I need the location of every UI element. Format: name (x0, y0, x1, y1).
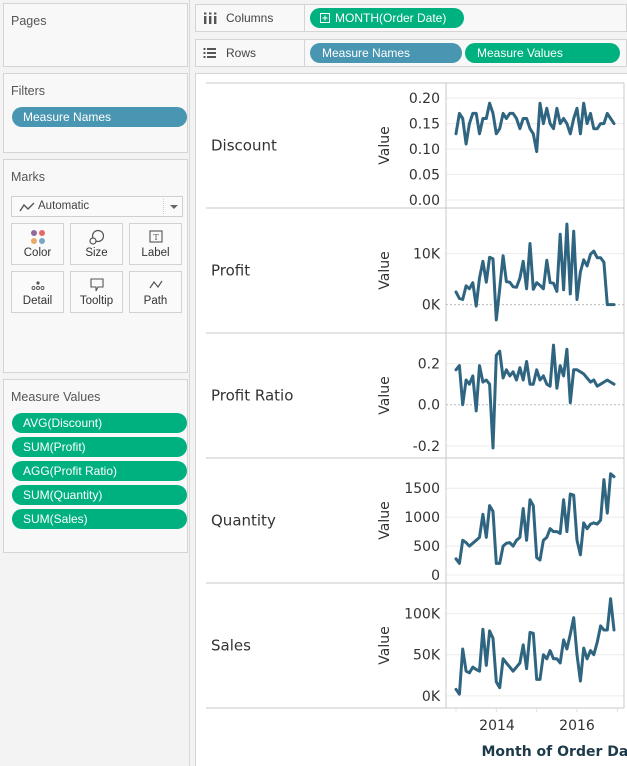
x-tick-label: 2016 (559, 718, 595, 734)
y-tick-label: 1500 (404, 481, 440, 497)
marks-path-button[interactable]: Path (129, 271, 182, 313)
row-header-sales: Sales (211, 637, 251, 655)
measure-pill-sum-profit[interactable]: SUM(Profit) (12, 437, 187, 457)
marks-size-label: Size (85, 247, 108, 259)
rows-pill-measure-values[interactable]: Measure Values (465, 43, 620, 63)
filters-card[interactable]: Filters Measure Names (3, 73, 188, 153)
visualization-area: 0.20 0.15 0.10 0.05 0.00 Discount Value 10K 0K Pr… (195, 73, 627, 766)
columns-pill-month-order-date[interactable]: MONTH(Order Date) (310, 8, 464, 28)
rows-icon (203, 48, 216, 58)
series-line-profit (454, 222, 616, 322)
y-tick-label: 0.15 (409, 117, 440, 133)
filter-pill-measure-names[interactable]: Measure Names (12, 107, 187, 127)
detail-icon (31, 281, 44, 290)
tooltip-icon (89, 278, 104, 292)
measure-pill-avg-discount[interactable]: AVG(Discount) (12, 413, 187, 433)
y-tick-label: 50K (413, 648, 441, 664)
columns-shelf[interactable]: Columns MONTH(Order Date) (195, 4, 627, 32)
y-tick-label: 0.2 (418, 357, 440, 373)
y-axis-title: Value (377, 376, 393, 414)
line-chart: 0.200.150.100.050.00Discount Value10K0KPr… (206, 82, 627, 760)
row-header-quantity: Quantity (211, 512, 276, 530)
mark-type-value: Automatic (38, 200, 90, 212)
rows-pill-measure-names[interactable]: Measure Names (310, 43, 462, 63)
marks-detail-button[interactable]: Detail (11, 271, 64, 313)
y-tick-label: 0.20 (409, 91, 440, 107)
y-axis-title: Value (377, 626, 393, 664)
filters-title: Filters (11, 84, 46, 98)
y-tick-label: 100K (404, 607, 441, 623)
x-tick-label: 2014 (479, 718, 515, 734)
mark-type-dropdown[interactable]: Automatic (11, 196, 183, 217)
y-tick-label: 0.05 (409, 168, 440, 184)
series-line-profit-ratio (454, 343, 616, 450)
y-tick-label: 0.10 (409, 142, 440, 158)
marks-path-label: Path (143, 295, 168, 307)
measure-pill-agg-profit-ratio[interactable]: AGG(Profit Ratio) (12, 461, 187, 481)
columns-icon (204, 12, 217, 24)
marks-label-label: Label (141, 247, 170, 259)
measure-pill-sum-quantity[interactable]: SUM(Quantity) (12, 485, 187, 505)
tableau-worksheet: Pages Filters Measure Names Marks Automa… (0, 0, 627, 766)
columns-label-text: Columns (226, 11, 274, 25)
line-mark-icon (19, 202, 35, 212)
series-line-quantity (454, 472, 616, 565)
row-header-profit-ratio: Profit Ratio (211, 387, 293, 405)
y-tick-label: 0 (431, 568, 440, 584)
columns-shelf-label: Columns (196, 5, 305, 31)
row-header-profit: Profit (211, 262, 250, 280)
marks-tooltip-button[interactable]: Tooltip (70, 271, 123, 313)
marks-detail-label: Detail (22, 295, 53, 307)
label-icon: T (148, 230, 163, 243)
size-icon (88, 229, 104, 245)
rows-label-text: Rows (226, 46, 257, 60)
y-tick-label: 1000 (404, 510, 440, 526)
y-axis-title: Value (377, 501, 393, 539)
marks-tooltip-label: Tooltip (79, 295, 114, 307)
left-panel: Pages Filters Measure Names Marks Automa… (0, 0, 190, 766)
pages-card[interactable]: Pages (3, 3, 188, 67)
marks-card: Marks Automatic Color Size T Label Detai… (3, 159, 188, 373)
y-tick-label: 500 (413, 539, 440, 555)
y-tick-label: 10K (413, 247, 441, 263)
y-tick-label: 0.00 (409, 193, 440, 209)
y-tick-label: 0K (422, 689, 441, 705)
rows-shelf[interactable]: Rows Measure Names Measure Values (195, 39, 627, 67)
y-tick-label: 0K (422, 298, 441, 314)
series-line-discount (454, 101, 616, 154)
y-tick-label: 0.0 (418, 398, 440, 414)
color-dots-icon (30, 230, 45, 244)
chevron-down-icon[interactable] (170, 205, 178, 209)
axis-layer: 0.200.150.100.050.00Discount Value10K0KPr… (211, 91, 595, 734)
y-tick-label: -0.2 (413, 439, 440, 455)
svg-text:T: T (153, 233, 159, 242)
marks-color-button[interactable]: Color (11, 223, 64, 265)
row-header-discount: Discount (211, 137, 277, 155)
marks-title: Marks (11, 170, 46, 184)
y-axis-title: Value (377, 251, 393, 289)
y-axis-title: Value (377, 126, 393, 164)
dropdown-separator (163, 199, 164, 214)
rows-shelf-label: Rows (196, 40, 305, 66)
measure-values-card: Measure Values AVG(Discount) SUM(Profit)… (3, 379, 188, 553)
path-icon (149, 280, 162, 289)
columns-pill-label: MONTH(Order Date) (335, 11, 447, 25)
panel-layer (454, 101, 616, 696)
measure-pill-sum-sales[interactable]: SUM(Sales) (12, 509, 187, 529)
marks-label-button[interactable]: T Label (129, 223, 182, 265)
measure-values-title: Measure Values (11, 390, 101, 404)
x-axis-title: Month of Order Date (482, 744, 627, 760)
marks-size-button[interactable]: Size (70, 223, 123, 265)
pages-title: Pages (11, 14, 47, 28)
marks-color-label: Color (23, 247, 52, 259)
expand-plus-icon[interactable] (320, 13, 330, 23)
